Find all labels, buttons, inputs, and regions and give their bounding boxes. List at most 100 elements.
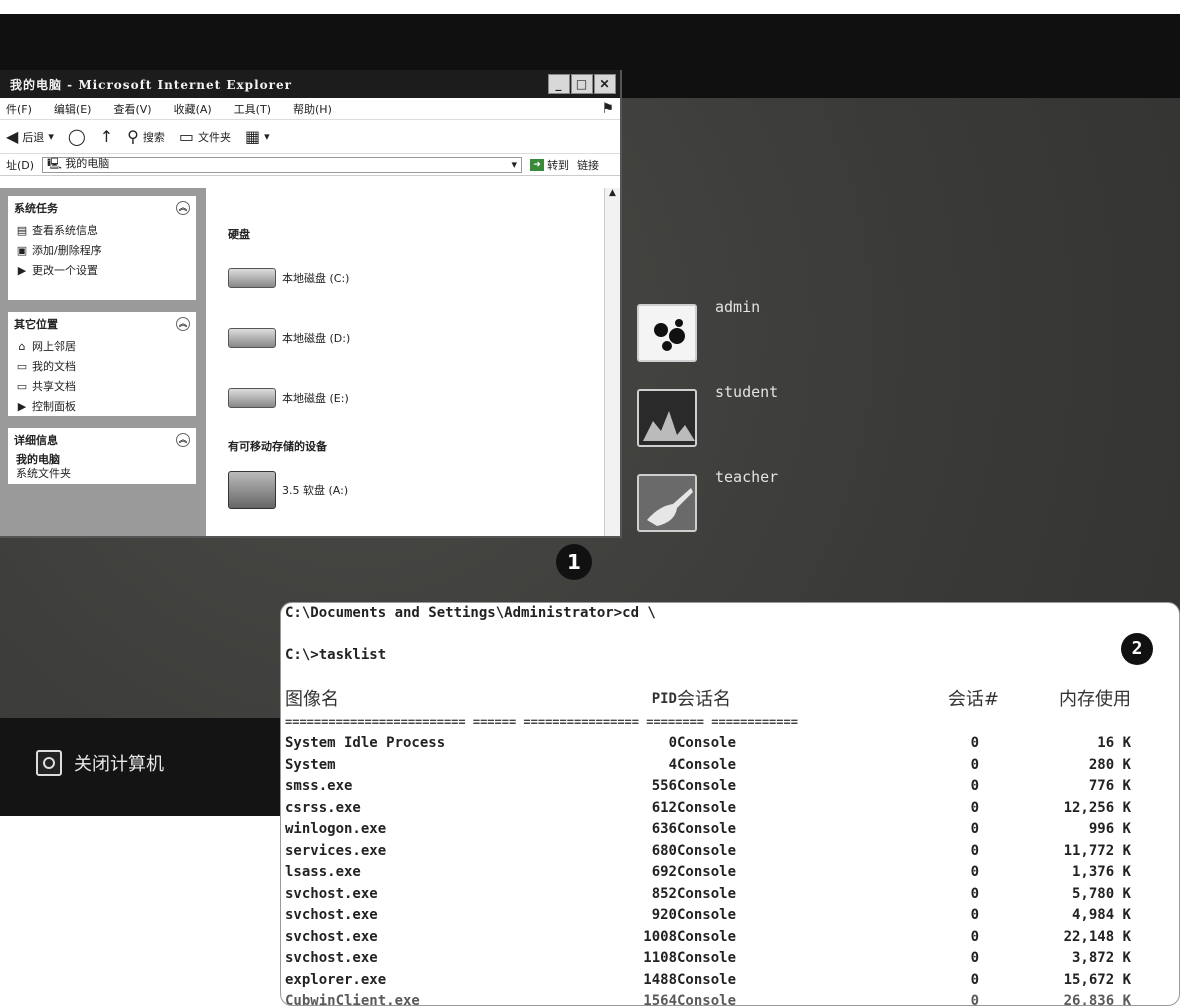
process-pid: 1108 bbox=[643, 950, 677, 966]
console-cd-line: C:\Documents and Settings\Administrator>… bbox=[285, 605, 656, 621]
drive-item[interactable]: 本地磁盘 (D:) bbox=[228, 308, 600, 368]
windows-logo-icon: ⚑ bbox=[601, 100, 614, 117]
session-name: Console bbox=[677, 778, 737, 794]
session-name: Console bbox=[677, 885, 737, 902]
panel-title: 其它位置 bbox=[14, 318, 58, 331]
menu-file[interactable]: 件(F) bbox=[6, 101, 32, 117]
session-number: 0 bbox=[970, 950, 979, 966]
table-row: csrss.exe 612 Console 0 12,256 K bbox=[285, 800, 1145, 822]
table-separator: ========================= ====== =======… bbox=[285, 715, 798, 729]
user-account-admin[interactable]: admin bbox=[637, 298, 760, 362]
vertical-scrollbar[interactable]: ▲ bbox=[604, 188, 620, 536]
place-shared-documents[interactable]: ▭ 共享文档 bbox=[8, 376, 196, 396]
task-add-remove-programs[interactable]: ▣ 添加/删除程序 bbox=[8, 240, 196, 260]
explorer-window: 我的电脑 - Microsoft Internet Explorer _ □ ✕… bbox=[0, 70, 622, 580]
drive-item[interactable]: 3.5 软盘 (A:) bbox=[228, 460, 600, 520]
session-name: Console bbox=[677, 928, 737, 945]
place-my-documents[interactable]: ▭ 我的文档 bbox=[8, 356, 196, 376]
forward-button[interactable]: ◯ bbox=[68, 127, 86, 146]
folders-button[interactable]: ▭ 文件夹 bbox=[179, 127, 231, 146]
table-row: services.exe 680 Console 0 11,772 K bbox=[285, 843, 1145, 865]
user-account-student[interactable]: student bbox=[637, 383, 778, 447]
memory-usage: 22,148 K bbox=[1063, 928, 1131, 945]
table-row: explorer.exe 1488 Console 0 15,672 K bbox=[285, 972, 1145, 994]
session-number: 0 bbox=[970, 756, 979, 773]
minimize-button[interactable]: _ bbox=[548, 74, 570, 94]
back-button[interactable]: ◀ 后退 ▾ bbox=[6, 127, 54, 146]
shutdown-button[interactable]: 关闭计算机 bbox=[36, 750, 164, 776]
memory-usage: 26,836 K bbox=[1063, 993, 1131, 1006]
address-input[interactable]: 🖳 我的电脑 ▾ bbox=[42, 156, 523, 173]
session-name: Console bbox=[677, 907, 737, 923]
callout-badge-2: 2 bbox=[1121, 633, 1153, 665]
session-number: 0 bbox=[970, 778, 979, 794]
place-network[interactable]: ⌂ 网上邻居 bbox=[8, 336, 196, 356]
place-control-panel[interactable]: ▶ 控制面板 bbox=[8, 396, 196, 416]
details-type: 系统文件夹 bbox=[16, 467, 71, 480]
session-name: Console bbox=[677, 821, 737, 837]
views-button[interactable]: ▦ ▾ bbox=[245, 127, 270, 146]
drive-list: 硬盘 本地磁盘 (C:) 本地磁盘 (D:) 本地磁盘 (E:) 有可移动存储的… bbox=[206, 188, 620, 536]
user-account-teacher[interactable]: teacher bbox=[637, 468, 778, 532]
teacher-avatar bbox=[637, 474, 697, 532]
table-row: lsass.exe 692 Console 0 1,376 K bbox=[285, 864, 1145, 886]
memory-usage: 1,376 K bbox=[1071, 864, 1131, 880]
menu-favorites[interactable]: 收藏(A) bbox=[174, 101, 212, 117]
col-session-number: 会话# bbox=[947, 689, 999, 710]
links-label[interactable]: 链接 bbox=[577, 157, 599, 173]
go-arrow-icon: ➜ bbox=[530, 158, 545, 171]
table-row: winlogon.exe 636 Console 0 996 K bbox=[285, 821, 1145, 843]
toolbar: ◀ 后退 ▾ ◯ ↑ ⚲ 搜索 ▭ 文件夹 ▦ ▾ bbox=[0, 120, 620, 154]
admin-avatar bbox=[637, 304, 697, 362]
scroll-up-icon[interactable]: ▲ bbox=[605, 188, 620, 198]
place-label: 网上邻居 bbox=[32, 340, 76, 353]
memory-usage: 3,872 K bbox=[1071, 950, 1131, 966]
menu-view[interactable]: 查看(V) bbox=[113, 101, 151, 117]
panel-header[interactable]: 系统任务 ︽ bbox=[8, 196, 196, 220]
up-button[interactable]: ↑ bbox=[100, 127, 113, 146]
window-title-bar[interactable]: 我的电脑 - Microsoft Internet Explorer _ □ ✕ bbox=[0, 70, 620, 98]
process-pid: 1564 bbox=[643, 993, 677, 1006]
panel-header[interactable]: 其它位置 ︽ bbox=[8, 312, 196, 336]
drive-item[interactable]: 本地磁盘 (C:) bbox=[228, 248, 600, 308]
control-panel-icon: ▶ bbox=[17, 399, 27, 413]
table-header: 图像名 PID 会话名 会话# 内存使用 bbox=[285, 685, 1145, 715]
process-pid: 680 bbox=[651, 842, 677, 859]
power-icon bbox=[36, 750, 62, 776]
session-number: 0 bbox=[970, 885, 979, 902]
task-view-system-info[interactable]: ▤ 查看系统信息 bbox=[8, 220, 196, 240]
details-panel: 详细信息 ︽ 我的电脑 系统文件夹 bbox=[8, 428, 196, 484]
menu-bar: 件(F) 编辑(E) 查看(V) 收藏(A) 工具(T) 帮助(H) ⚑ bbox=[0, 98, 620, 120]
process-pid: 556 bbox=[651, 778, 677, 794]
task-change-setting[interactable]: ▶ 更改一个设置 bbox=[8, 260, 196, 280]
session-name: Console bbox=[677, 993, 737, 1006]
process-pid: 920 bbox=[651, 907, 677, 923]
go-button[interactable]: ➜ 转到 bbox=[530, 157, 569, 173]
session-number: 0 bbox=[970, 842, 979, 859]
window-title: 我的电脑 - Microsoft Internet Explorer bbox=[10, 77, 292, 92]
collapse-icon[interactable]: ︽ bbox=[176, 433, 190, 447]
table-row: svchost.exe 1108 Console 0 3,872 K bbox=[285, 950, 1145, 972]
menu-tools[interactable]: 工具(T) bbox=[234, 101, 271, 117]
dropdown-icon: ▾ bbox=[264, 130, 270, 143]
panel-header[interactable]: 详细信息 ︽ bbox=[8, 428, 196, 452]
dropdown-icon: ▾ bbox=[48, 130, 54, 143]
user-name-student: student bbox=[715, 383, 779, 401]
drive-item[interactable]: 本地磁盘 (E:) bbox=[228, 368, 600, 428]
collapse-icon[interactable]: ︽ bbox=[176, 317, 190, 331]
other-places-panel: 其它位置 ︽ ⌂ 网上邻居 ▭ 我的文档 ▭ 共享文档 ▶ 控制面板 bbox=[8, 312, 196, 416]
memory-usage: 11,772 K bbox=[1063, 842, 1131, 859]
maximize-button[interactable]: □ bbox=[571, 74, 593, 94]
panel-title: 系统任务 bbox=[14, 202, 58, 215]
col-session-name: 会话名 bbox=[677, 689, 731, 710]
process-pid: 692 bbox=[651, 864, 677, 880]
collapse-icon[interactable]: ︽ bbox=[176, 201, 190, 215]
memory-usage: 776 K bbox=[1088, 778, 1131, 794]
table-row: System 4 Console 0 280 K bbox=[285, 757, 1145, 779]
chevron-down-icon[interactable]: ▾ bbox=[512, 158, 518, 171]
menu-help[interactable]: 帮助(H) bbox=[293, 101, 332, 117]
session-name: Console bbox=[677, 864, 737, 880]
close-button[interactable]: ✕ bbox=[594, 74, 616, 94]
menu-edit[interactable]: 编辑(E) bbox=[54, 101, 92, 117]
search-button[interactable]: ⚲ 搜索 bbox=[127, 127, 165, 146]
